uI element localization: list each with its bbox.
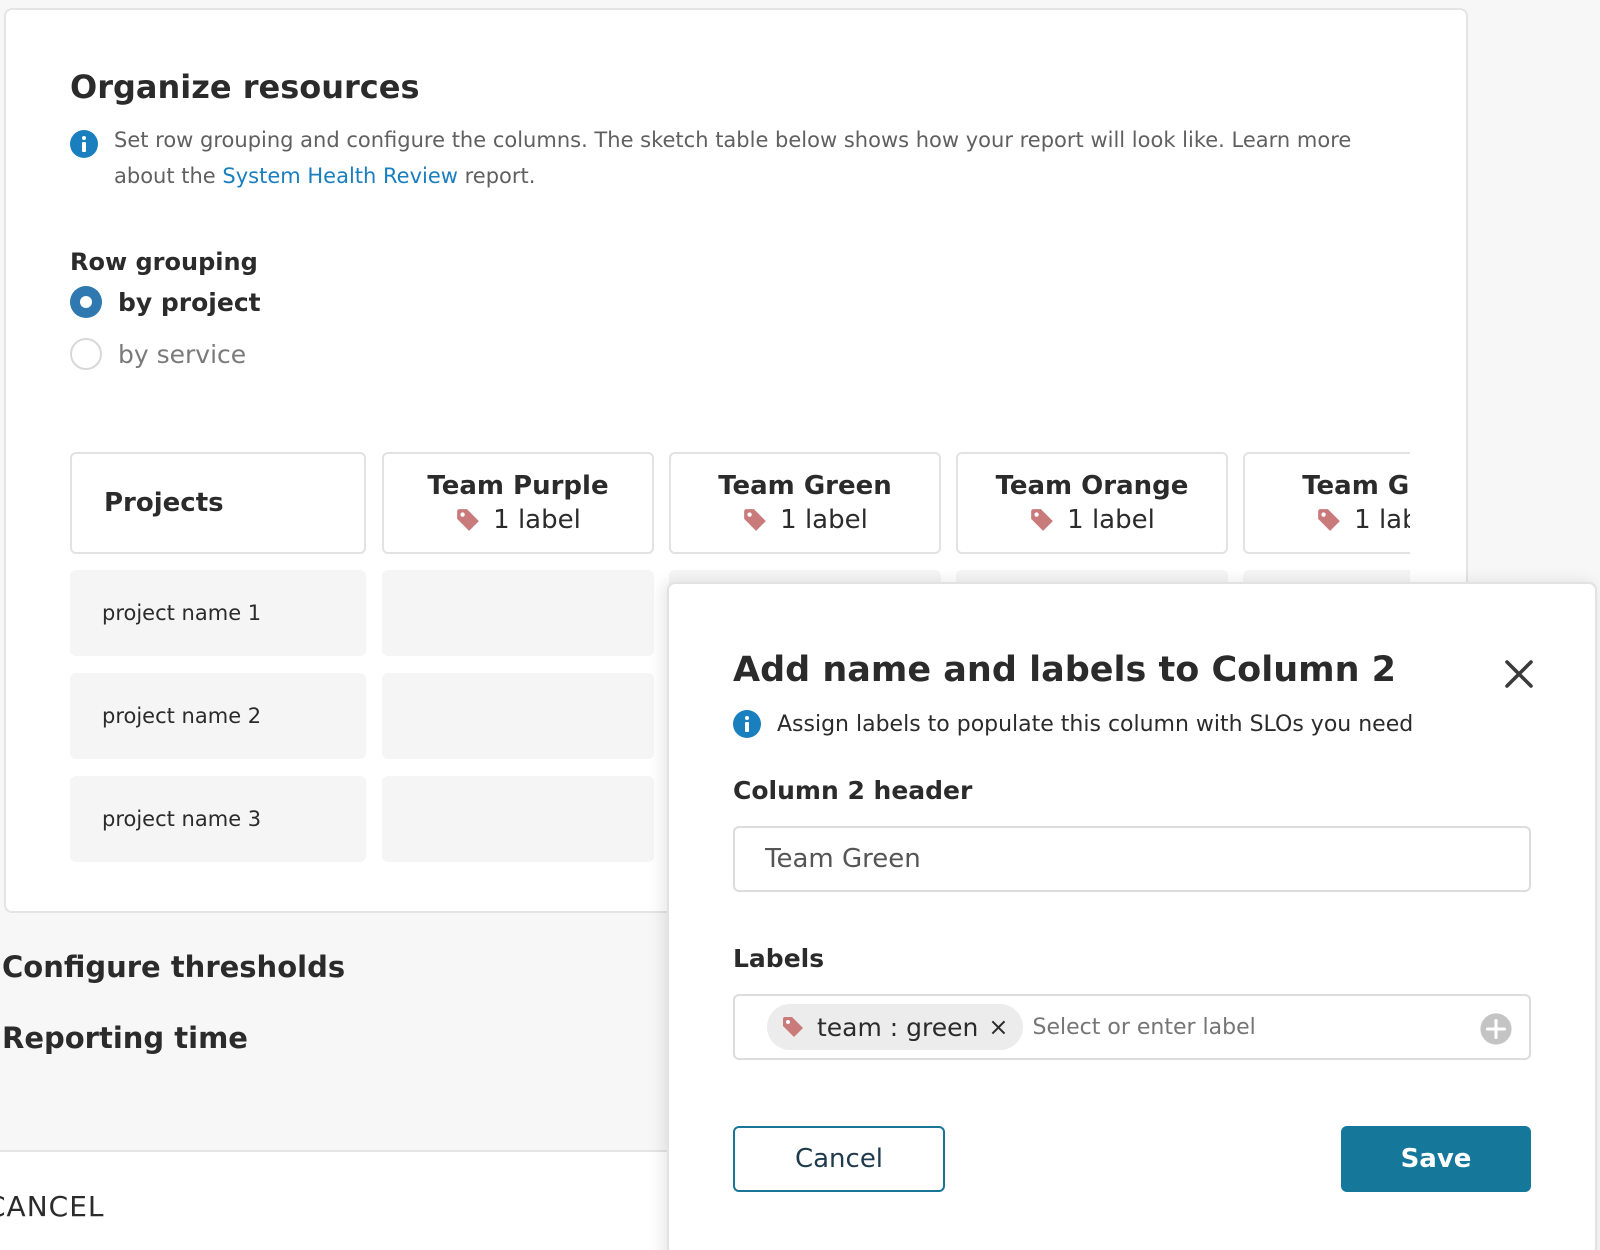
- tag-icon: [1318, 509, 1340, 531]
- column-label-count: 1 label: [1316, 503, 1410, 537]
- section-title: Organize resources: [70, 68, 420, 106]
- tag-icon: [783, 1017, 803, 1037]
- sketch-column-1[interactable]: Team Purple 1 label: [382, 452, 654, 554]
- system-health-review-link[interactable]: System Health Review: [222, 164, 458, 188]
- dialog-info-message: Assign labels to populate this column wi…: [733, 710, 1413, 738]
- close-icon[interactable]: [1501, 656, 1537, 692]
- column-header-input[interactable]: [733, 826, 1531, 892]
- column-label-count-text: 1 label: [493, 505, 581, 535]
- info-text-suffix: report.: [457, 164, 536, 188]
- label-chip-text: team : green: [817, 1012, 979, 1042]
- footer-bar: CANCEL: [0, 1150, 700, 1250]
- tag-icon: [457, 509, 479, 531]
- dialog-info-text: Assign labels to populate this column wi…: [777, 711, 1414, 737]
- table-row-label: project name 2: [70, 673, 366, 759]
- tag-icon: [1031, 509, 1053, 531]
- column-edit-dialog: Add name and labels to Column 2 Assign l…: [667, 582, 1597, 1250]
- sketch-column-4[interactable]: Team Gray 1 label: [1243, 452, 1410, 554]
- column-name: Team Purple: [427, 471, 609, 501]
- label-chip: team : green ×: [767, 1004, 1023, 1050]
- column-label-count: 1 label: [455, 503, 581, 537]
- cancel-button[interactable]: Cancel: [733, 1126, 945, 1192]
- row-grouping-title: Row grouping: [70, 248, 258, 276]
- column-name: Team Orange: [995, 471, 1189, 501]
- table-row-label: project name 3: [70, 776, 366, 862]
- dialog-title: Add name and labels to Column 2: [733, 650, 1397, 690]
- labels-input-box[interactable]: team : green ×: [733, 994, 1531, 1060]
- info-message: Set row grouping and configure the colum…: [70, 122, 1410, 194]
- projects-header-label: Projects: [104, 488, 224, 518]
- column-name: Team Gray: [1302, 471, 1410, 501]
- info-icon: [70, 130, 98, 158]
- table-row-label: project name 1: [70, 570, 366, 656]
- info-icon: [733, 710, 761, 738]
- table-cell: [382, 776, 654, 862]
- column-label-count-text: 1 label: [780, 505, 868, 535]
- column-label-count: 1 label: [742, 503, 868, 537]
- labels-field-label: Labels: [733, 944, 825, 973]
- table-cell: [382, 673, 654, 759]
- column-name: Team Green: [718, 471, 892, 501]
- radio-by-project[interactable]: by project: [70, 286, 261, 318]
- radio-button[interactable]: [70, 338, 102, 370]
- add-icon[interactable]: [1479, 1012, 1513, 1046]
- radio-by-service[interactable]: by service: [70, 338, 246, 370]
- label-search-input[interactable]: [1032, 1014, 1453, 1040]
- footer-cancel-button[interactable]: CANCEL: [0, 1190, 105, 1223]
- table-cell: [382, 570, 654, 656]
- tag-icon: [744, 509, 766, 531]
- info-text: Set row grouping and configure the colum…: [114, 122, 1410, 194]
- column-label-count: 1 label: [1029, 503, 1155, 537]
- column-label-count-text: 1 label: [1354, 505, 1410, 535]
- radio-label: by service: [118, 339, 247, 369]
- column-label-count-text: 1 label: [1067, 505, 1155, 535]
- configure-thresholds-title[interactable]: Configure thresholds: [2, 950, 345, 984]
- remove-label-icon[interactable]: ×: [988, 1013, 1008, 1041]
- sketch-column-3[interactable]: Team Orange 1 label: [956, 452, 1228, 554]
- radio-button-selected[interactable]: [70, 286, 102, 318]
- reporting-time-title[interactable]: Reporting time: [2, 1021, 248, 1055]
- radio-label: by project: [118, 287, 261, 317]
- column-header-label: Column 2 header: [733, 776, 973, 805]
- save-button[interactable]: Save: [1341, 1126, 1531, 1192]
- sketch-header-projects: Projects: [70, 452, 366, 554]
- sketch-column-2[interactable]: Team Green 1 label: [669, 452, 941, 554]
